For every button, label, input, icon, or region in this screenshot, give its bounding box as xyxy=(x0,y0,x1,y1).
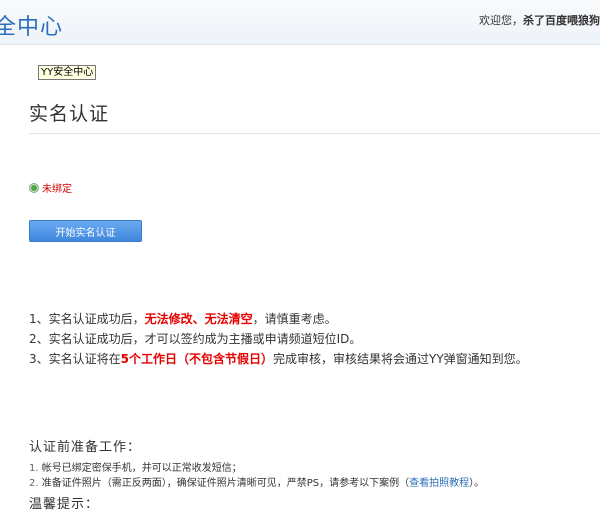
preparation-title: 认证前准备工作： xyxy=(29,440,142,455)
photo-tutorial-link[interactable]: 查看拍照教程 xyxy=(409,478,469,489)
prep-item: 2. 准备证件照片（需正反两面），确保证件照片清晰可见，严禁PS，请参考以下案例… xyxy=(29,478,485,489)
tips-title: 温馨提示： xyxy=(29,497,100,512)
header: 全中心 欢迎您，杀了百度喂狼狗 xyxy=(0,0,600,45)
status-radio-icon xyxy=(29,182,39,193)
status-text: 未绑定 xyxy=(42,184,72,195)
prep-item: 1. 帐号已绑定密保手机，并可以正常收发短信； xyxy=(29,463,242,474)
start-verification-button[interactable]: 开始实名认证 xyxy=(29,220,142,242)
title-divider xyxy=(29,133,600,134)
rule-item: 1、实名认证成功后，无法修改、无法清空，请慎重考虑。 xyxy=(29,312,337,326)
page-title: 实名认证 xyxy=(29,103,110,125)
username-link[interactable]: 杀了百度喂狼狗 xyxy=(523,14,600,27)
binding-status: 未绑定 xyxy=(29,180,72,195)
rule-item: 3、实名认证将在5个工作日（不包含节假日）完成审核，审核结果将会通过YY弹窗通知… xyxy=(29,352,528,366)
welcome-prefix: 欢迎您， xyxy=(479,14,523,27)
rules-list: 1、实名认证成功后，无法修改、无法清空，请慎重考虑。 2、实名认证成功后，才可以… xyxy=(29,309,528,369)
tooltip: YY安全中心 xyxy=(38,65,97,80)
rule-item: 2、实名认证成功后，才可以签约成为主播或申请频道短位ID。 xyxy=(29,332,362,346)
site-logo[interactable]: 全中心 xyxy=(0,9,63,41)
welcome-text: 欢迎您，杀了百度喂狼狗 xyxy=(479,12,600,28)
preparation-section: 认证前准备工作： 1. 帐号已绑定密保手机，并可以正常收发短信； 2. 准备证件… xyxy=(29,436,484,512)
